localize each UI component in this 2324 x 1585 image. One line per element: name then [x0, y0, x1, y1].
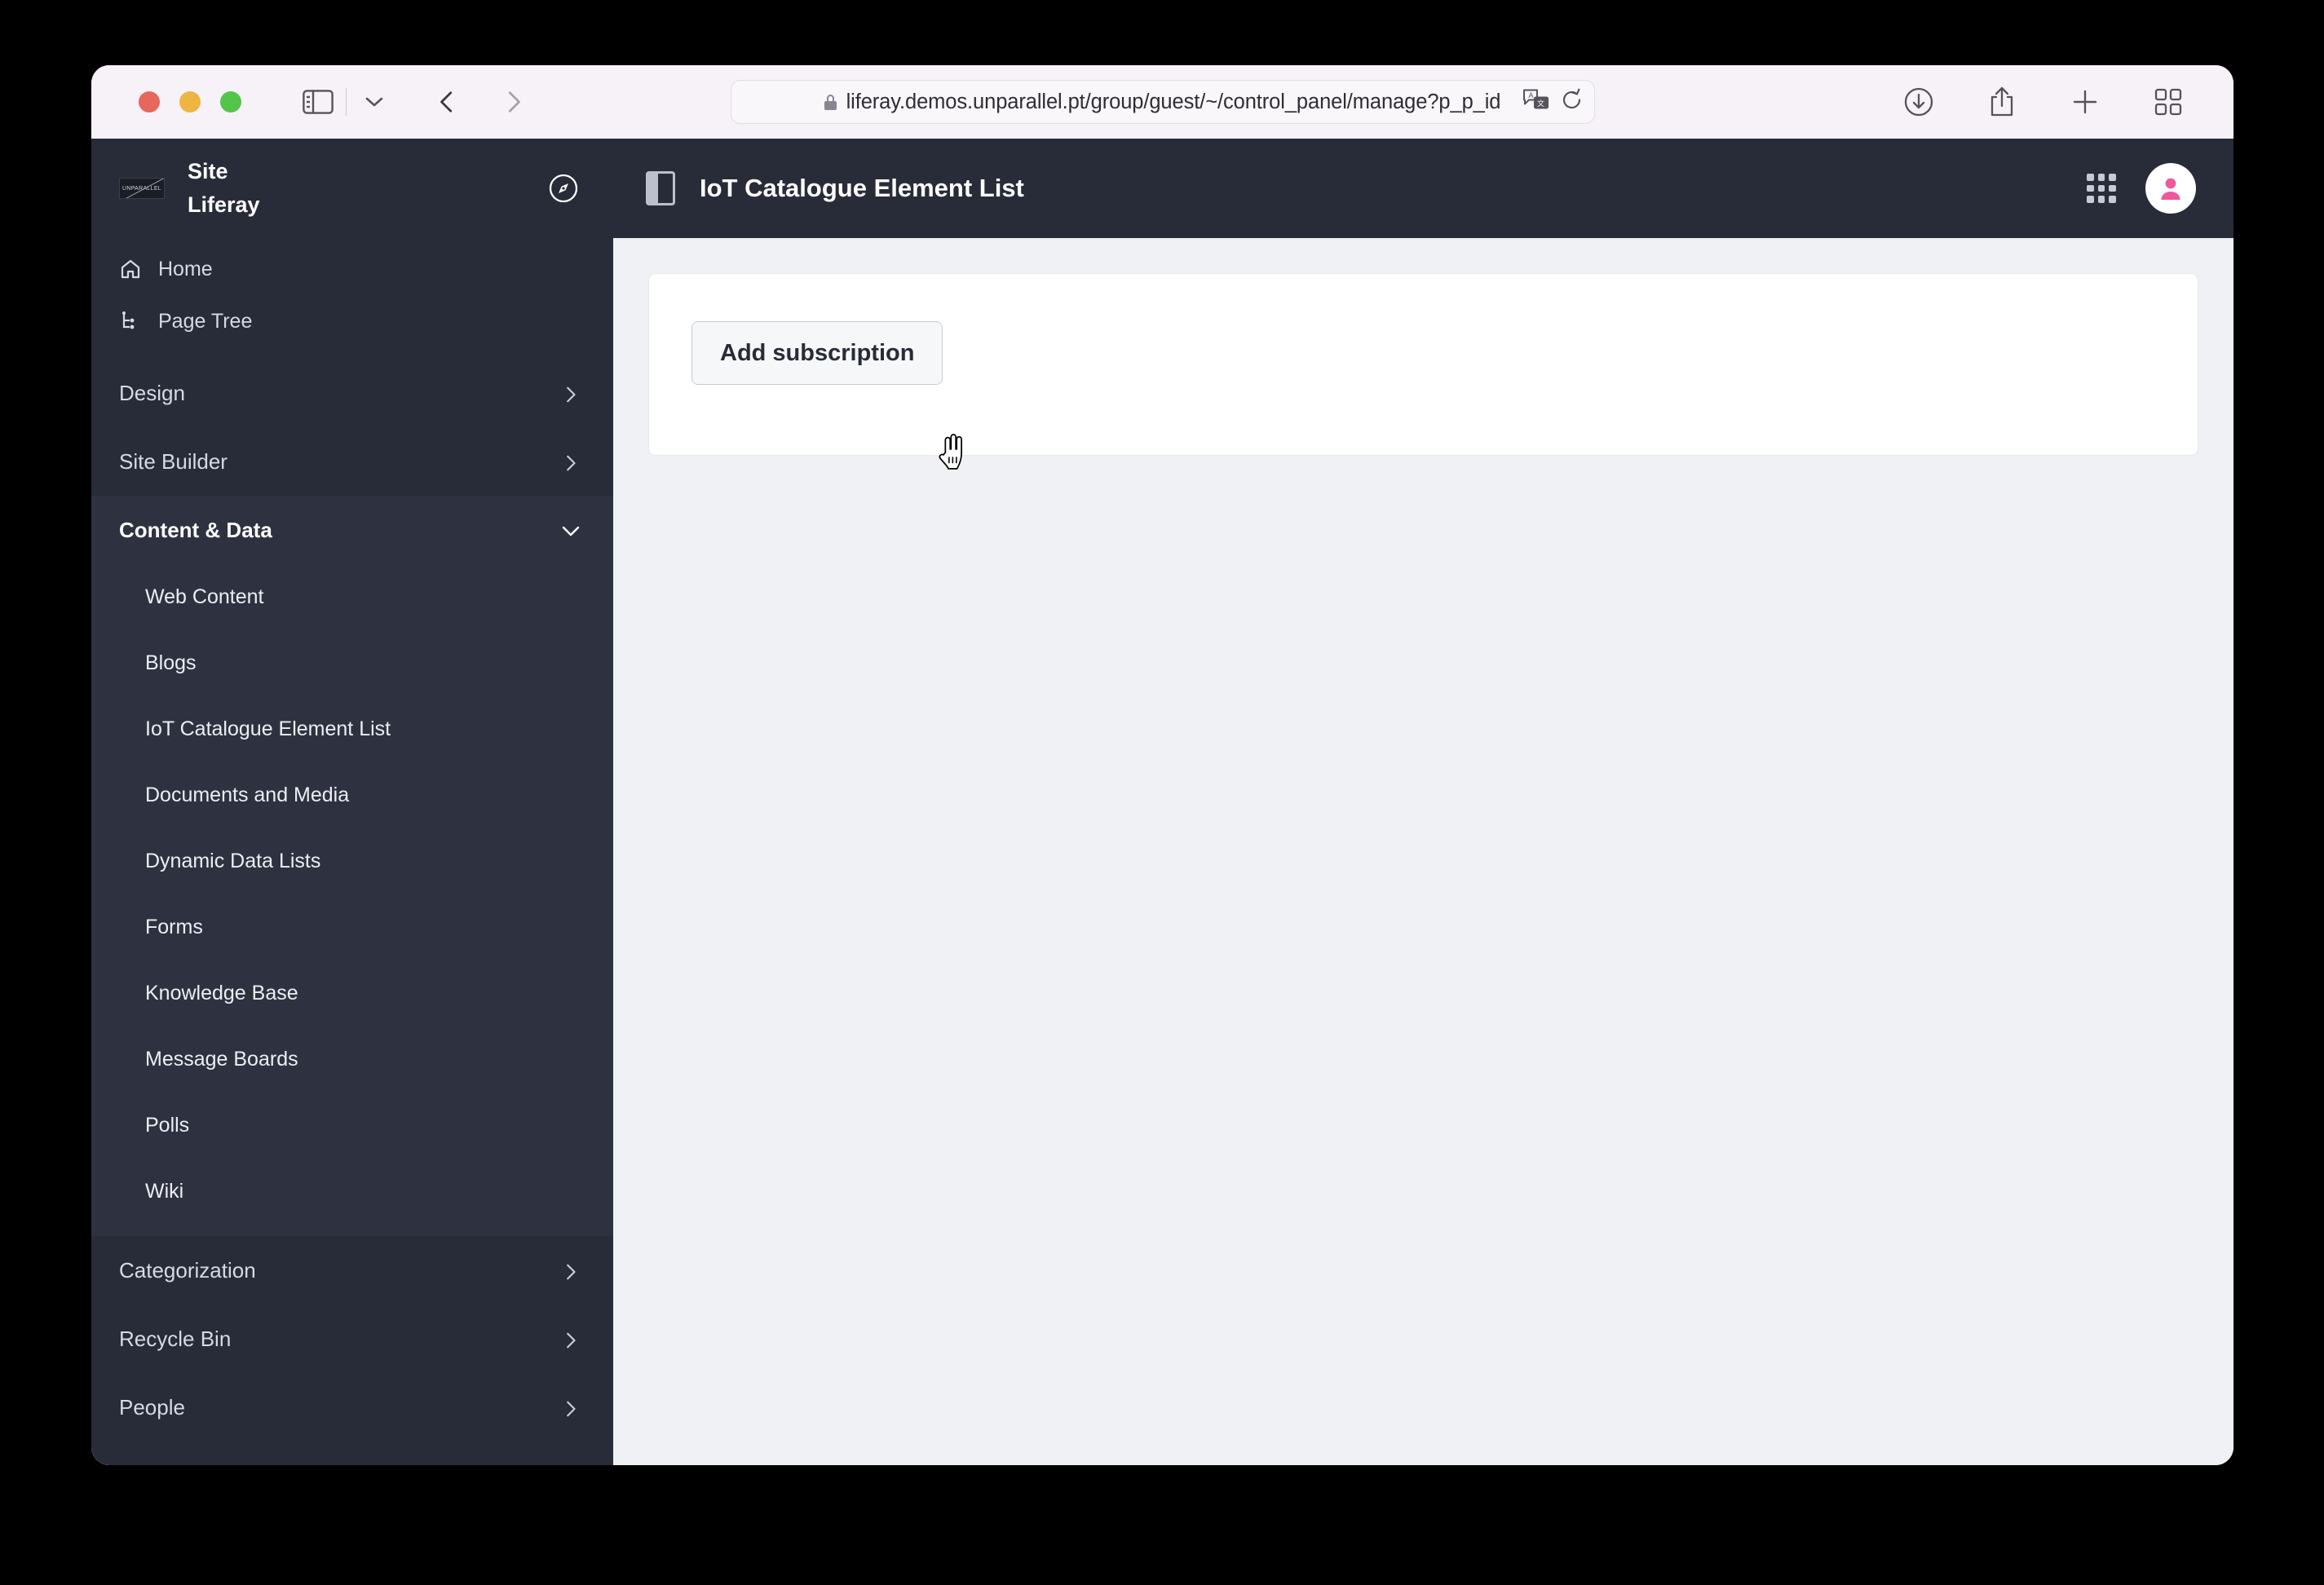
page-title: IoT Catalogue Element List: [700, 174, 1024, 202]
user-avatar-icon[interactable]: [2145, 163, 2196, 214]
minimize-window-button[interactable]: [179, 91, 201, 113]
sidebar-subitem-label: Polls: [145, 1114, 190, 1137]
lock-icon: [824, 94, 837, 110]
sidebar-section-label: Content & Data: [119, 517, 272, 542]
sidebar-item-wiki[interactable]: Wiki: [91, 1159, 613, 1225]
sidebar-item-message-boards[interactable]: Message Boards: [91, 1026, 613, 1093]
url-text: liferay.demos.unparallel.pt/group/guest/…: [846, 90, 1501, 113]
sidebar-subitem-label: Message Boards: [145, 1048, 298, 1071]
add-subscription-button[interactable]: Add subscription: [691, 321, 943, 385]
sidebar-item-dynamic-data-lists[interactable]: Dynamic Data Lists: [91, 828, 613, 894]
sidebar-subitem-label: Forms: [145, 916, 203, 938]
sidebar-subitem-label: IoT Catalogue Element List: [145, 717, 391, 740]
content-area: Add subscription: [613, 238, 2233, 1465]
main-region: IoT Catalogue Element List Add subscript…: [613, 139, 2233, 1465]
close-window-button[interactable]: [139, 91, 160, 113]
chevron-down-icon: [561, 521, 580, 539]
page-tree-icon: [119, 310, 147, 333]
app-root: UNPARALLEL Site Liferay: [91, 139, 2233, 1465]
site-sidebar: UNPARALLEL Site Liferay: [91, 139, 613, 1465]
sidebar-section-label: Recycle Bin: [119, 1326, 232, 1351]
chevron-right-icon: [561, 384, 579, 403]
address-bar[interactable]: liferay.demos.unparallel.pt/group/guest/…: [730, 80, 1595, 124]
sidebar-item-blogs[interactable]: Blogs: [91, 630, 613, 696]
sidebar-section-label: Categorization: [119, 1257, 256, 1283]
subscription-card: Add subscription: [649, 274, 2198, 455]
sidebar-item-iot-catalogue-element-list[interactable]: IoT Catalogue Element List: [91, 696, 613, 762]
chevron-right-icon: [561, 453, 579, 471]
toolbar-divider: [346, 88, 347, 116]
compass-icon[interactable]: [548, 173, 579, 204]
application-bar: IoT Catalogue Element List: [613, 139, 2233, 238]
chevron-right-icon: [561, 1330, 579, 1349]
chevron-right-icon: [561, 1261, 579, 1280]
svg-text:A: A: [1528, 91, 1533, 99]
content-and-data-subitems: Web Content Blogs IoT Catalogue Element …: [91, 564, 613, 1236]
sidebar-subitem-label: Wiki: [145, 1180, 184, 1203]
toolbar-right-actions: [1896, 79, 2206, 125]
sidebar-item-label: Home: [158, 257, 213, 280]
sidebar-subitem-label: Web Content: [145, 585, 264, 608]
sidebar-item-home[interactable]: Home: [91, 243, 613, 295]
site-title: Liferay: [188, 192, 260, 217]
sidebar-item-knowledge-base[interactable]: Knowledge Base: [91, 960, 613, 1026]
site-label: Site: [188, 159, 228, 183]
zoom-window-button[interactable]: [220, 91, 241, 113]
sidebar-item-page-tree[interactable]: Page Tree: [91, 295, 613, 347]
back-button[interactable]: [425, 79, 471, 125]
downloads-icon[interactable]: [1896, 79, 1942, 125]
forward-button[interactable]: [490, 79, 536, 125]
app-bar-actions: [2087, 163, 2196, 214]
sidebar-toggle-button[interactable]: [295, 79, 341, 125]
sidebar-section-label: Site Builder: [119, 448, 228, 474]
window-traffic-lights: [139, 91, 241, 113]
sidebar-subitem-label: Blogs: [145, 651, 197, 674]
apps-grid-icon[interactable]: [2087, 174, 2116, 203]
browser-window: liferay.demos.unparallel.pt/group/guest/…: [91, 65, 2233, 1465]
unparallel-logo: UNPARALLEL: [119, 178, 165, 199]
sidebar-item-web-content[interactable]: Web Content: [91, 564, 613, 630]
share-icon[interactable]: [1979, 79, 2025, 125]
reload-icon[interactable]: [1562, 88, 1583, 116]
translate-icon[interactable]: A 文: [1522, 89, 1550, 116]
panel-toggle-icon[interactable]: [646, 171, 675, 205]
tab-overview-button[interactable]: [2145, 79, 2191, 125]
sidebar-section-content-and-data[interactable]: Content & Data: [91, 496, 613, 564]
sidebar-section-recycle-bin[interactable]: Recycle Bin: [91, 1305, 613, 1373]
sidebar-item-label: Page Tree: [158, 309, 253, 333]
svg-text:文: 文: [1537, 99, 1544, 108]
home-icon: [119, 258, 147, 280]
sidebar-subitem-label: Documents and Media: [145, 784, 350, 806]
site-header: UNPARALLEL Site Liferay: [91, 139, 613, 238]
sidebar-section-design[interactable]: Design: [91, 359, 613, 427]
sidebar-section-people[interactable]: People: [91, 1373, 613, 1442]
sidebar-item-polls[interactable]: Polls: [91, 1093, 613, 1159]
sidebar-section-label: Design: [119, 380, 185, 405]
primary-nav: Home Page Tree: [91, 238, 613, 359]
sidebar-section-label: People: [119, 1394, 185, 1419]
sidebar-section-site-builder[interactable]: Site Builder: [91, 427, 613, 496]
sidebar-item-documents-and-media[interactable]: Documents and Media: [91, 762, 613, 828]
new-tab-button[interactable]: [2062, 79, 2108, 125]
sidebar-subitem-label: Dynamic Data Lists: [145, 850, 321, 872]
site-name-block: Site Liferay: [188, 155, 260, 222]
sidebar-menu-chevron-down-icon[interactable]: [351, 79, 397, 125]
sidebar-section-categorization[interactable]: Categorization: [91, 1236, 613, 1305]
sidebar-controls: [295, 79, 397, 125]
navigation-arrows: [425, 79, 536, 125]
sidebar-subitem-label: Knowledge Base: [145, 982, 298, 1004]
chevron-right-icon: [561, 1398, 579, 1417]
browser-toolbar: liferay.demos.unparallel.pt/group/guest/…: [91, 65, 2233, 139]
sidebar-item-forms[interactable]: Forms: [91, 894, 613, 960]
